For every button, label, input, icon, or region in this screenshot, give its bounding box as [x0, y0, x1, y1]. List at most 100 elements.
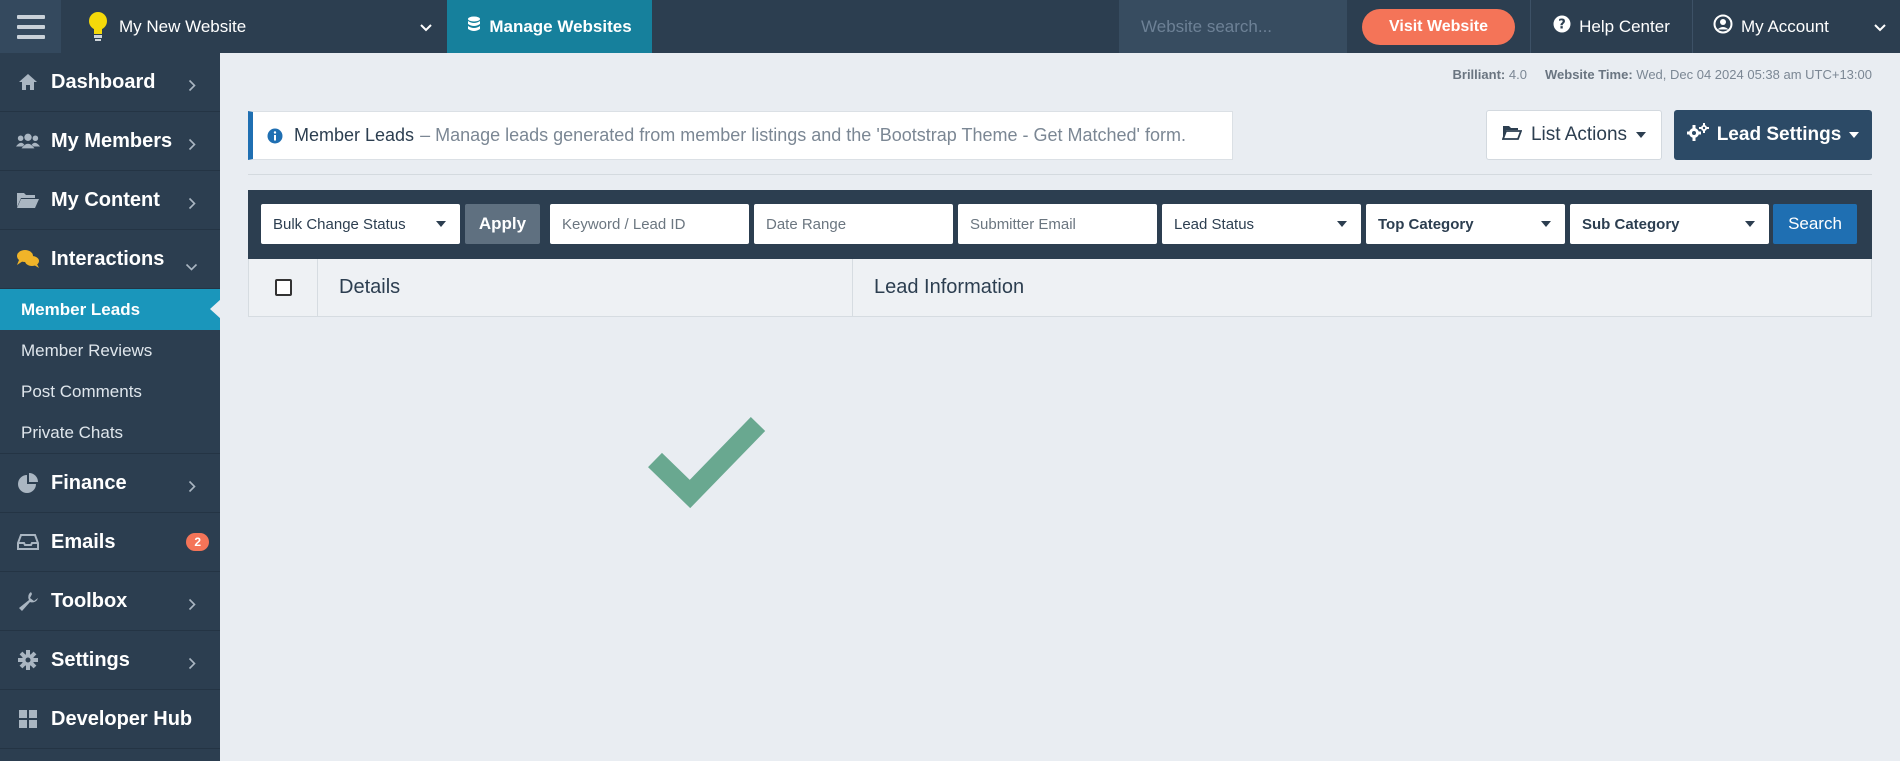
search-button[interactable]: Search [1773, 204, 1857, 244]
sidebar-item-dashboard[interactable]: Dashboard [0, 53, 220, 112]
website-search [1119, 0, 1347, 53]
database-icon [467, 16, 481, 38]
sidebar: Dashboard My Members My Content Interact… [0, 53, 221, 761]
sidebar-item-developer-hub[interactable]: Developer Hub [0, 690, 220, 749]
top-category-value: Top Category [1378, 215, 1474, 233]
submitter-email-input[interactable] [970, 215, 1157, 233]
sidebar-item-member-reviews[interactable]: Member Reviews [0, 330, 220, 371]
sidebar-item-label: My Content [51, 188, 160, 211]
list-actions-label: List Actions [1530, 124, 1628, 145]
keyword-field [550, 204, 749, 244]
website-meta: Brilliant: 4.0 Website Time: Wed, Dec 04… [1453, 67, 1873, 82]
manage-websites-label: Manage Websites [489, 16, 632, 36]
filter-bar: Bulk Change Status Apply Lead Status Top… [248, 190, 1872, 259]
manage-websites-button[interactable]: Manage Websites [447, 0, 652, 53]
website-name: My New Website [119, 16, 247, 36]
sidebar-item-private-chats[interactable]: Private Chats [0, 412, 220, 453]
my-account-menu[interactable]: My Account [1692, 0, 1900, 53]
page-info-box: Member Leads – Manage leads generated fr… [248, 111, 1233, 160]
column-header-lead-information: Lead Information [874, 276, 1025, 298]
help-center-button[interactable]: ? Help Center [1530, 0, 1692, 53]
sidebar-item-label: Toolbox [51, 589, 128, 612]
divider [248, 174, 1872, 175]
emails-count-badge: 2 [186, 533, 209, 551]
sidebar-item-label: Developer Hub [51, 707, 193, 730]
caret-down-icon [1541, 221, 1551, 227]
chevron-right-icon [188, 653, 196, 676]
my-account-label: My Account [1741, 16, 1829, 36]
version-value: 4.0 [1508, 67, 1527, 82]
apply-button[interactable]: Apply [465, 204, 540, 244]
comments-icon [16, 247, 40, 271]
bulk-change-status-select[interactable]: Bulk Change Status [261, 204, 460, 244]
website-selector[interactable]: My New Website [61, 0, 447, 53]
user-circle-icon [1713, 14, 1733, 39]
lead-status-value: Lead Status [1174, 215, 1255, 233]
page-description: – Manage leads generated from member lis… [420, 125, 1186, 145]
website-search-input[interactable] [1141, 16, 1341, 37]
website-time-value: Wed, Dec 04 2024 05:38 am UTC+13:00 [1636, 67, 1872, 82]
lead-status-select[interactable]: Lead Status [1162, 204, 1361, 244]
sidebar-item-label: Settings [51, 648, 130, 671]
grid-icon [16, 707, 40, 731]
caret-down-icon [1849, 132, 1860, 138]
leads-table-header: Details Lead Information [248, 259, 1872, 317]
sidebar-item-label: Dashboard [51, 70, 156, 93]
sidebar-item-interactions[interactable]: Interactions [0, 230, 220, 289]
sidebar-item-post-comments[interactable]: Post Comments [0, 371, 220, 412]
sidebar-item-emails[interactable]: Emails 2 [0, 513, 220, 572]
info-circle-icon [267, 128, 283, 144]
date-range-input[interactable] [766, 215, 953, 233]
sidebar-item-label: My Members [51, 129, 173, 152]
caret-down-icon [1745, 221, 1755, 227]
hamburger-menu-icon[interactable] [0, 0, 61, 53]
caret-down-icon [1337, 221, 1347, 227]
sidebar-item-settings[interactable]: Settings [0, 631, 220, 690]
check-icon [648, 417, 766, 509]
lead-settings-label: Lead Settings [1716, 124, 1842, 145]
bulk-change-status-value: Bulk Change Status [273, 215, 406, 233]
folder-open-icon [16, 188, 40, 212]
column-header-details: Details [318, 259, 853, 316]
date-range-field [754, 204, 953, 244]
lightbulb-icon [87, 10, 109, 44]
help-center-label: Help Center [1579, 16, 1670, 36]
list-actions-button[interactable]: List Actions [1486, 110, 1662, 160]
select-all-checkbox[interactable] [274, 279, 292, 296]
website-time-label: Website Time: [1545, 67, 1633, 82]
sidebar-item-my-content[interactable]: My Content [0, 171, 220, 230]
chevron-down-icon [419, 18, 433, 38]
sidebar-item-label: Interactions [51, 247, 165, 270]
caret-down-icon [436, 221, 446, 227]
sidebar-item-my-members[interactable]: My Members [0, 112, 220, 171]
interactions-submenu: Member Leads Member Reviews Post Comment… [0, 289, 221, 454]
version-label: Brilliant: [1452, 67, 1506, 82]
gear-icon [16, 648, 40, 672]
chevron-right-icon [188, 193, 196, 216]
sidebar-item-label: Emails [51, 530, 116, 553]
users-icon [16, 129, 40, 153]
sidebar-item-member-leads[interactable]: Member Leads [0, 289, 221, 330]
chevron-right-icon [188, 134, 196, 157]
sidebar-item-finance[interactable]: Finance [0, 454, 220, 513]
keyword-input[interactable] [562, 215, 749, 233]
sub-category-select[interactable]: Sub Category [1570, 204, 1769, 244]
chevron-right-icon [188, 476, 196, 499]
sidebar-item-label: Finance [51, 471, 127, 494]
pie-chart-icon [16, 471, 40, 495]
svg-text:?: ? [1558, 18, 1566, 33]
select-all-cell [249, 259, 318, 316]
sub-category-value: Sub Category [1582, 215, 1680, 233]
home-icon [16, 70, 40, 94]
chevron-right-icon [188, 75, 196, 98]
caret-down-icon [1636, 132, 1647, 138]
inbox-icon [16, 530, 40, 554]
chevron-down-icon [1873, 18, 1887, 38]
gears-icon [1686, 123, 1709, 147]
top-bar: My New Website Manage Websites Visit Web… [0, 0, 1900, 53]
top-category-select[interactable]: Top Category [1366, 204, 1565, 244]
sidebar-item-toolbox[interactable]: Toolbox [0, 572, 220, 631]
lead-settings-button[interactable]: Lead Settings [1674, 110, 1872, 160]
submitter-email-field [958, 204, 1157, 244]
visit-website-button[interactable]: Visit Website [1362, 8, 1515, 45]
